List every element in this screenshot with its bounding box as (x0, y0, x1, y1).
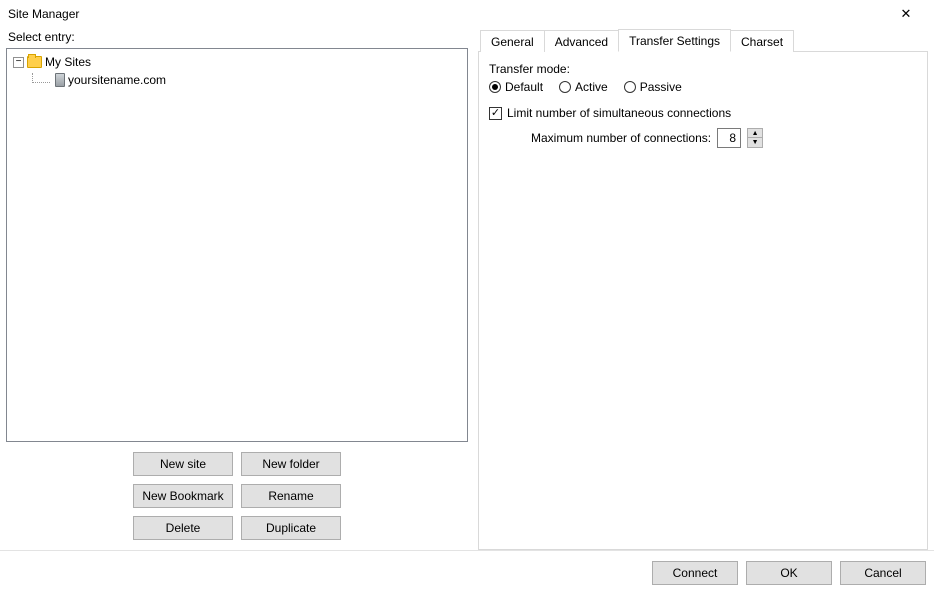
new-folder-button[interactable]: New folder (241, 452, 341, 476)
site-action-buttons: New site New folder New Bookmark Rename … (6, 442, 468, 550)
new-site-button[interactable]: New site (133, 452, 233, 476)
tab-transfer-settings[interactable]: Transfer Settings (618, 29, 731, 52)
server-icon (55, 73, 65, 87)
radio-icon (559, 81, 571, 93)
site-tree[interactable]: − My Sites yoursitename.com (6, 48, 468, 442)
spinner-down-button[interactable]: ▼ (747, 138, 763, 148)
spinner-up-button[interactable]: ▲ (747, 128, 763, 138)
radio-default[interactable]: Default (489, 80, 543, 94)
rename-button[interactable]: Rename (241, 484, 341, 508)
collapse-icon[interactable]: − (13, 57, 24, 68)
ok-button[interactable]: OK (746, 561, 832, 585)
chevron-down-icon: ▼ (752, 139, 759, 146)
tab-content-transfer: Transfer mode: Default Active Passive (478, 52, 928, 550)
right-pane: General Advanced Transfer Settings Chars… (478, 28, 928, 550)
radio-passive-label: Passive (640, 80, 682, 94)
titlebar: Site Manager ✕ (0, 0, 934, 28)
tab-general[interactable]: General (480, 30, 545, 52)
tree-item-mysites[interactable]: − My Sites (13, 53, 461, 71)
new-bookmark-button[interactable]: New Bookmark (133, 484, 233, 508)
connect-button[interactable]: Connect (652, 561, 738, 585)
chevron-up-icon: ▲ (752, 130, 759, 137)
dialog-footer: Connect OK Cancel (0, 550, 934, 593)
limit-connections-label: Limit number of simultaneous connections (507, 106, 731, 120)
radio-passive[interactable]: Passive (624, 80, 682, 94)
tab-charset[interactable]: Charset (730, 30, 794, 52)
tree-root: − My Sites yoursitename.com (13, 53, 461, 89)
left-pane: Select entry: − My Sites yoursitename.co… (6, 28, 468, 550)
tree-children: yoursitename.com (13, 71, 461, 89)
radio-icon-selected (489, 81, 501, 93)
close-icon: ✕ (901, 6, 912, 22)
main-row: Select entry: − My Sites yoursitename.co… (0, 28, 934, 550)
radio-icon (624, 81, 636, 93)
radio-active-label: Active (575, 80, 608, 94)
radio-active[interactable]: Active (559, 80, 608, 94)
folder-icon (27, 56, 42, 68)
max-connections-input[interactable] (717, 128, 741, 148)
cancel-button[interactable]: Cancel (840, 561, 926, 585)
limit-connections-row[interactable]: ✓ Limit number of simultaneous connectio… (489, 106, 917, 120)
radio-default-label: Default (505, 80, 543, 94)
max-connections-label: Maximum number of connections: (531, 131, 711, 145)
checkbox-checked-icon[interactable]: ✓ (489, 107, 502, 120)
delete-button[interactable]: Delete (133, 516, 233, 540)
tree-label-site: yoursitename.com (68, 73, 166, 87)
tree-label-mysites: My Sites (45, 55, 91, 69)
select-entry-label: Select entry: (6, 28, 468, 48)
max-connections-row: Maximum number of connections: ▲ ▼ (489, 128, 917, 148)
transfer-mode-label: Transfer mode: (489, 62, 917, 76)
tab-strip: General Advanced Transfer Settings Chars… (478, 28, 928, 52)
tab-advanced[interactable]: Advanced (544, 30, 619, 52)
tree-item-site[interactable]: yoursitename.com (27, 71, 461, 89)
close-button[interactable]: ✕ (886, 1, 926, 27)
transfer-mode-radio-row: Default Active Passive (489, 80, 917, 94)
spinner: ▲ ▼ (747, 128, 763, 148)
window-body: Select entry: − My Sites yoursitename.co… (0, 28, 934, 593)
tree-connector (32, 73, 50, 83)
window-title: Site Manager (8, 7, 79, 21)
duplicate-button[interactable]: Duplicate (241, 516, 341, 540)
